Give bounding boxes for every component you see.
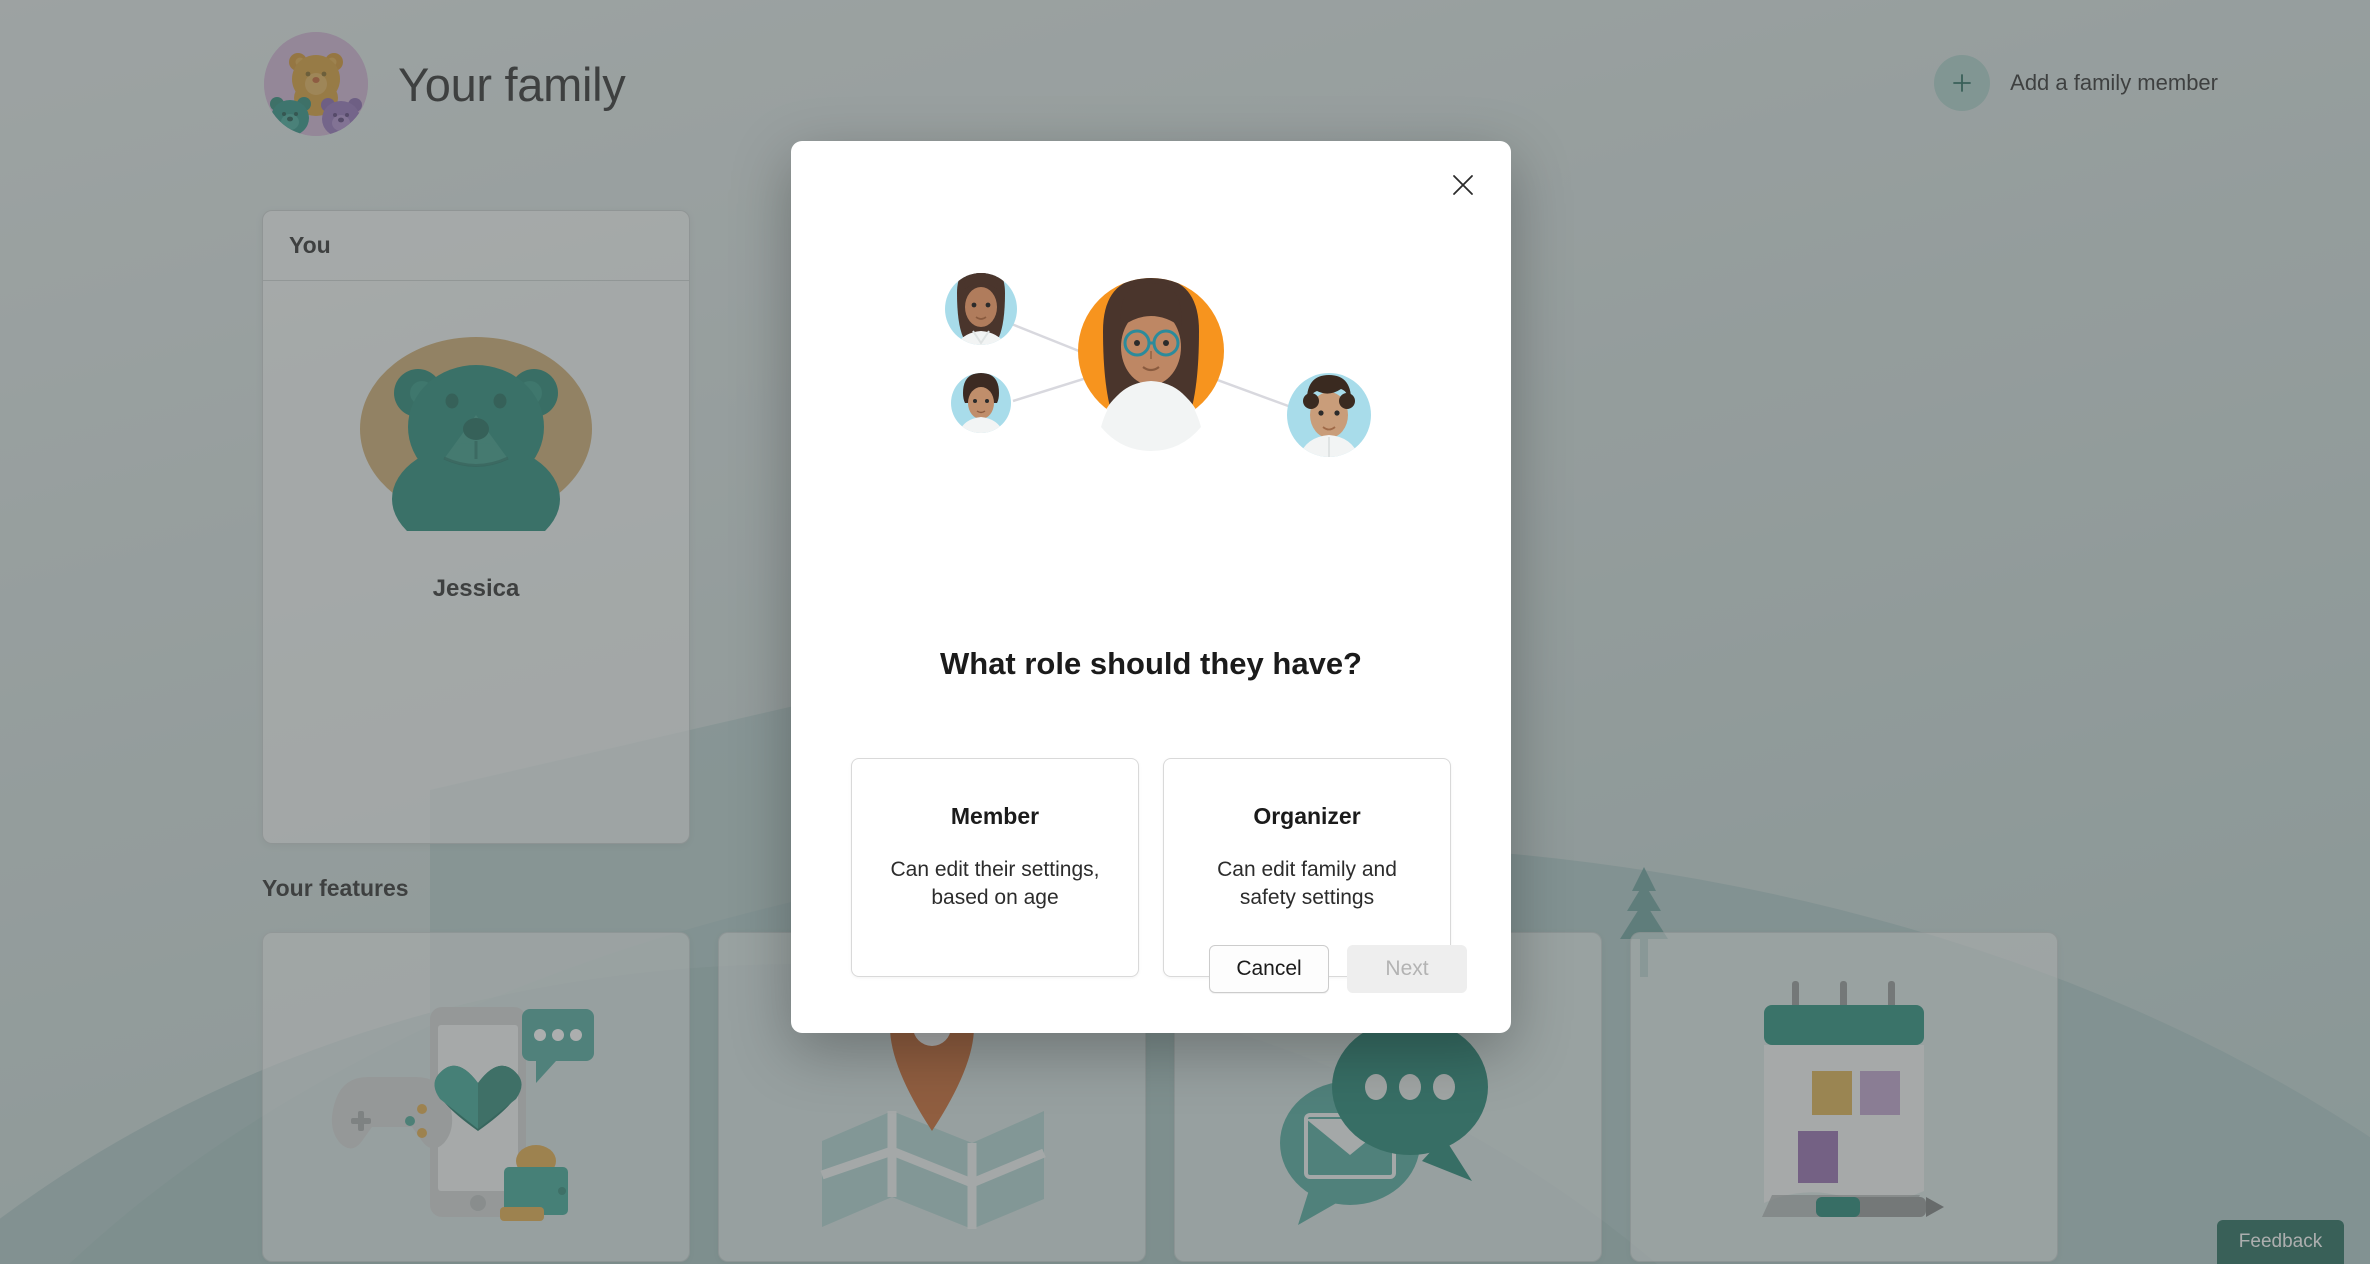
role-option-organizer-title: Organizer (1253, 803, 1361, 829)
next-button: Next (1347, 945, 1467, 993)
app-background: Your family Add a family member You (0, 0, 2370, 1264)
family-network-illustration (945, 273, 1371, 457)
role-option-organizer-description: Can edit family and safety settings (1217, 858, 1397, 909)
role-option-member-title: Member (950, 803, 1040, 829)
dialog-title: What role should they have? (940, 646, 1362, 681)
role-selection-dialog: What role should they have? Member Can e… (791, 141, 1511, 1033)
dialog-actions: Cancel Next (1209, 945, 1467, 993)
role-option-member-description: Can edit their settings, based on age (890, 858, 1100, 909)
role-option-member[interactable]: Member Can edit their settings, based on… (851, 758, 1139, 977)
close-icon[interactable] (1435, 161, 1491, 209)
cancel-button[interactable]: Cancel (1209, 945, 1329, 993)
